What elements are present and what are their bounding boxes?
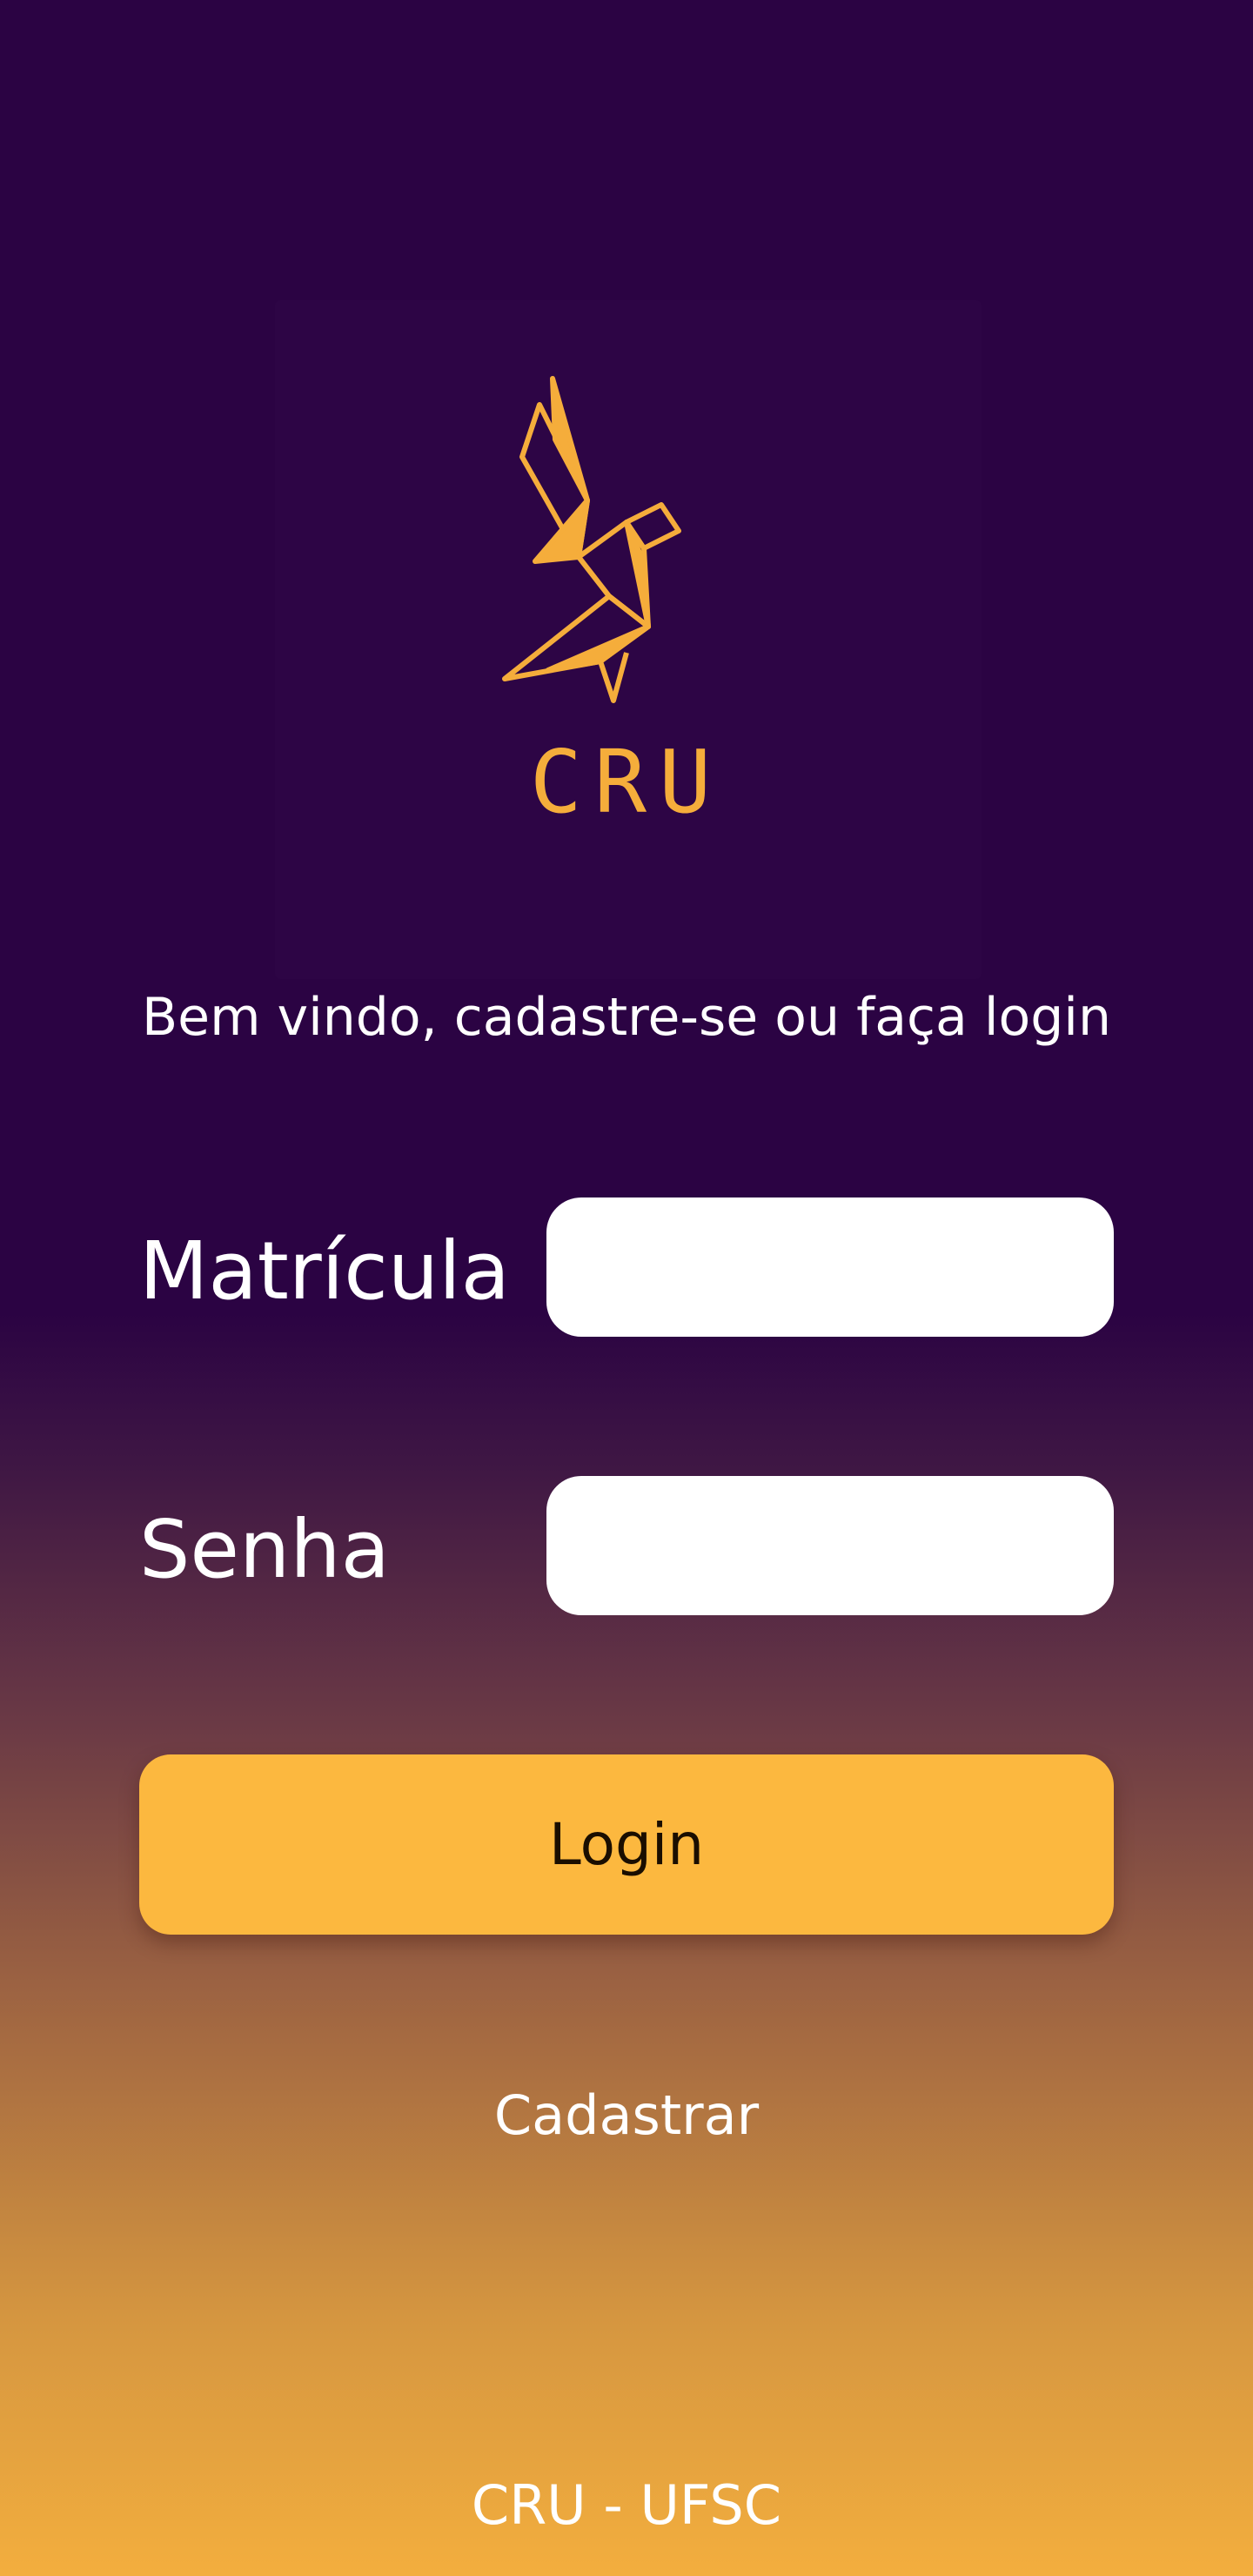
senha-input[interactable] [546, 1476, 1114, 1615]
signup-link[interactable]: Cadastrar [0, 2080, 1253, 2151]
senha-label: Senha [139, 1503, 390, 1596]
logo-text: CRU [529, 731, 724, 833]
footer-text: CRU - UFSC [471, 2473, 782, 2537]
origami-bird-icon [502, 376, 681, 703]
login-button[interactable]: Login [139, 1754, 1114, 1935]
matricula-input[interactable] [546, 1197, 1114, 1337]
welcome-text: Bem vindo, cadastre-se ou faça login [142, 987, 1111, 1048]
matricula-label: Matrícula [139, 1224, 511, 1318]
